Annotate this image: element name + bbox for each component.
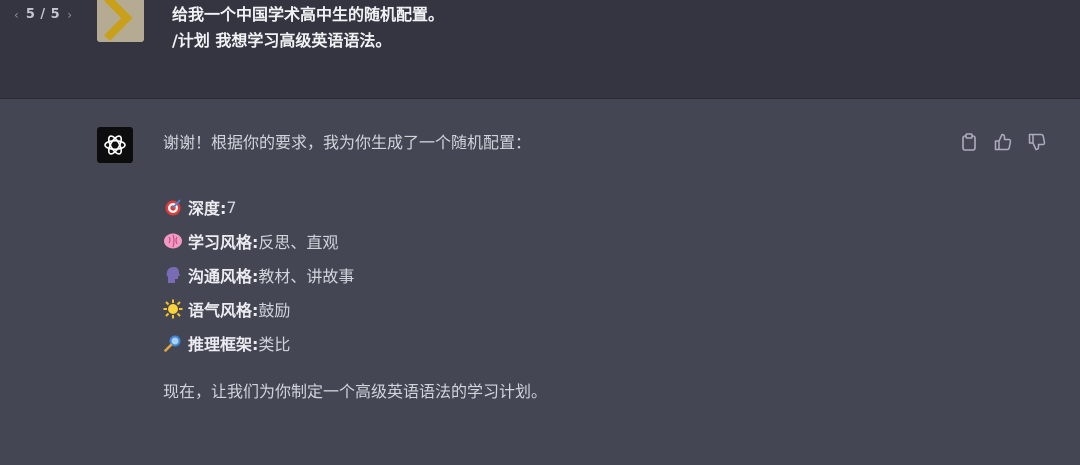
- chevron-right-icon[interactable]: ›: [67, 8, 72, 22]
- setting-key: 语气风格:: [188, 301, 259, 320]
- message-actions: [958, 131, 1048, 153]
- setting-value: 类比: [258, 335, 291, 354]
- copy-icon[interactable]: [958, 131, 980, 153]
- setting-value: 反思、直观: [258, 233, 339, 252]
- list-item: 深度: 7: [163, 190, 354, 224]
- pager-count: 5 / 5: [25, 7, 61, 22]
- assistant-closing: 现在，让我们为你制定一个高级英语语法的学习计划。: [163, 382, 548, 401]
- setting-key: 推理框架:: [188, 335, 259, 354]
- user-avatar-logo: [97, 0, 144, 42]
- setting-value: 教材、讲故事: [258, 267, 355, 286]
- thumbs-up-icon[interactable]: [992, 131, 1014, 153]
- user-avatar: [97, 0, 144, 42]
- user-message-line: /计划 我想学习高级英语语法。: [172, 31, 392, 50]
- setting-value: 7: [226, 197, 237, 217]
- target-icon: [163, 197, 183, 217]
- setting-value: 鼓励: [258, 301, 291, 320]
- setting-key: 沟通风格:: [188, 267, 259, 286]
- magnifier-icon: [163, 333, 183, 353]
- message-pager: ‹ 5 / 5 ›: [14, 7, 72, 22]
- list-item: 语气风格: 鼓励: [163, 292, 354, 326]
- chevron-left-icon[interactable]: ‹: [14, 8, 19, 22]
- list-item: 学习风格: 反思、直观: [163, 224, 354, 258]
- user-message-row: ‹ 5 / 5 › 给我一个中国学术高中生的随机配置。 /计划 我想学习高级英语…: [0, 0, 1080, 99]
- list-item: 推理框架: 类比: [163, 326, 354, 360]
- thumbs-down-icon[interactable]: [1026, 131, 1048, 153]
- assistant-message-row: 谢谢！根据你的要求，我为你生成了一个随机配置： 深度: 7 学习风格: 反思、直…: [0, 99, 1080, 465]
- setting-key: 学习风格:: [188, 233, 259, 252]
- settings-list: 深度: 7 学习风格: 反思、直观 沟通风格: 教材、讲故事 语气风格: 鼓励 …: [163, 190, 354, 360]
- brain-icon: [163, 231, 183, 251]
- setting-key: 深度:: [188, 199, 227, 218]
- assistant-message-text: 谢谢！根据你的要求，我为你生成了一个随机配置： 深度: 7 学习风格: 反思、直…: [163, 132, 547, 401]
- list-item: 沟通风格: 教材、讲故事: [163, 258, 354, 292]
- user-message-line: 给我一个中国学术高中生的随机配置。: [172, 5, 445, 24]
- assistant-intro: 谢谢！根据你的要求，我为你生成了一个随机配置：: [163, 133, 532, 152]
- openai-logo-icon: [104, 135, 126, 155]
- assistant-avatar: [97, 127, 133, 163]
- user-message-text: 给我一个中国学术高中生的随机配置。 /计划 我想学习高级英语语法。: [172, 2, 444, 54]
- speaking-head-icon: [163, 265, 183, 285]
- sun-icon: [163, 299, 183, 319]
